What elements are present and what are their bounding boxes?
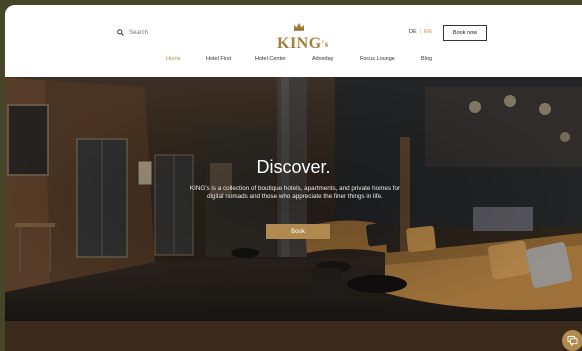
chat-button[interactable]: [562, 330, 582, 351]
nav-item-focus-lounge[interactable]: Focus Lounge: [360, 56, 395, 62]
main-nav: Home Hotel First Hotel Center Adveday Fo…: [5, 56, 582, 68]
logo-name: KING: [277, 35, 322, 52]
lang-en[interactable]: EN: [424, 29, 432, 35]
nav-item-hotel-first[interactable]: Hotel First: [206, 56, 231, 62]
lang-de[interactable]: DE: [409, 29, 417, 35]
nav-item-adveday[interactable]: Adveday: [312, 56, 333, 62]
site-logo[interactable]: KING's: [277, 18, 328, 52]
book-now-button[interactable]: Book now: [443, 25, 487, 41]
logo-wordmark: KING's: [277, 35, 328, 52]
hero-book-button[interactable]: Book: [266, 224, 330, 239]
lang-separator: |: [419, 29, 422, 35]
site-header: Search KING's DE | EN Book now Home Hote…: [5, 5, 582, 77]
language-switcher: DE | EN: [409, 29, 432, 35]
hero-title: Discover.: [256, 157, 331, 177]
crown-icon: [294, 23, 304, 31]
search-label: Search: [129, 29, 149, 36]
nav-item-blog[interactable]: Blog: [421, 56, 432, 62]
footer-strip: [5, 321, 582, 351]
hero-description: KING's is a collection of boutique hotel…: [189, 185, 401, 201]
hero-section: Discover. KING's is a collection of bout…: [5, 77, 582, 321]
nav-item-home[interactable]: Home: [166, 56, 181, 62]
page: Search KING's DE | EN Book now Home Hote…: [5, 5, 582, 351]
logo-suffix: 's: [321, 39, 329, 49]
search-icon: [117, 29, 124, 36]
chat-icon: [567, 335, 578, 346]
browser-frame: Search KING's DE | EN Book now Home Hote…: [0, 0, 582, 351]
nav-item-hotel-center[interactable]: Hotel Center: [255, 56, 286, 62]
search-trigger[interactable]: Search: [117, 29, 148, 36]
